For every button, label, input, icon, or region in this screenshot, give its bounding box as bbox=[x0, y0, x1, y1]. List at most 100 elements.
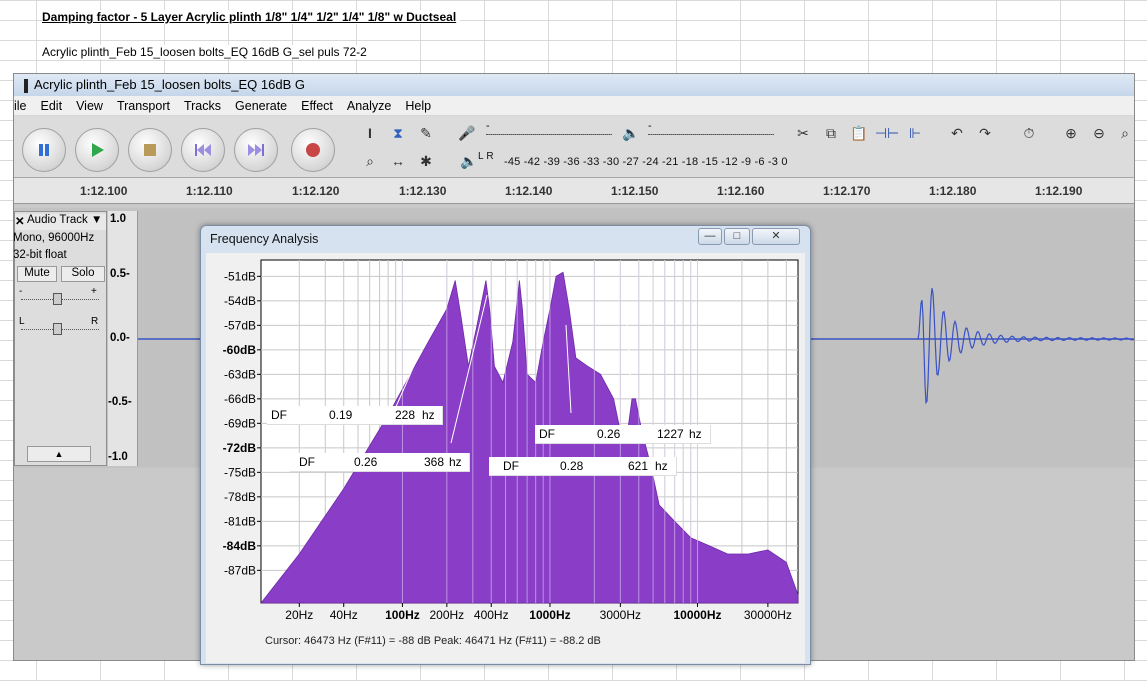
skip-end-button[interactable] bbox=[234, 128, 278, 172]
menu-effect[interactable]: Effect bbox=[294, 99, 340, 113]
df-value: 0.26 bbox=[354, 455, 378, 469]
amplitude-tick: 1.0 bbox=[110, 213, 126, 225]
draw-tool-icon[interactable]: ✎ bbox=[415, 122, 437, 144]
x-tick-label: 400Hz bbox=[474, 608, 509, 622]
y-tick-label: -54dB bbox=[224, 294, 256, 308]
track-close-icon[interactable]: ✕ bbox=[15, 214, 25, 228]
menu-view[interactable]: View bbox=[69, 99, 110, 113]
maximize-button[interactable]: □ bbox=[724, 228, 750, 245]
df-frequency: 621 bbox=[628, 459, 649, 473]
menu-analyze[interactable]: Analyze bbox=[340, 99, 398, 113]
fit-selection-icon[interactable]: ⌕ bbox=[1114, 122, 1134, 144]
pan-left-label: L bbox=[19, 316, 25, 327]
timeline-tick: 1:12.100 bbox=[80, 184, 128, 198]
timeline-tick: 1:12.120 bbox=[292, 184, 340, 198]
meter-scale[interactable]: -45 -42 -39 -36 -33 -30 -27 -24 -21 -18 … bbox=[504, 156, 788, 168]
x-tick-label: 3000Hz bbox=[600, 608, 641, 622]
df-value: 0.28 bbox=[560, 459, 584, 473]
sheet-title: Damping factor - 5 Layer Acrylic plinth … bbox=[42, 10, 461, 24]
df-value: 0.19 bbox=[329, 408, 353, 422]
record-icon bbox=[306, 143, 320, 157]
sync-lock-icon[interactable]: ⏱ bbox=[1018, 122, 1040, 144]
track-name[interactable]: Audio Track bbox=[27, 214, 88, 226]
timeline-tick: 1:12.190 bbox=[1035, 184, 1083, 198]
df-label: DF bbox=[271, 408, 287, 422]
undo-icon[interactable]: ↶ bbox=[946, 122, 968, 144]
menu-edit[interactable]: Edit bbox=[34, 99, 70, 113]
menu-file[interactable]: ile bbox=[14, 99, 34, 113]
df-label-368: DF 0.26 368 hz bbox=[290, 453, 470, 472]
speaker-volume-slider[interactable] bbox=[648, 134, 774, 135]
redo-icon[interactable]: ↷ bbox=[974, 122, 996, 144]
paste-icon[interactable]: 📋 bbox=[848, 122, 870, 144]
record-button[interactable] bbox=[291, 128, 335, 172]
zoom-tool-icon[interactable]: ⌕ bbox=[359, 150, 381, 172]
stop-button[interactable] bbox=[128, 128, 172, 172]
y-tick-label: -78dB bbox=[224, 490, 256, 504]
close-button[interactable]: ✕ bbox=[752, 228, 800, 245]
timeline-tick: 1:12.130 bbox=[399, 184, 447, 198]
app-icon bbox=[24, 78, 28, 93]
timeline-tick: 1:12.180 bbox=[929, 184, 977, 198]
y-tick-label: -81dB bbox=[224, 514, 256, 528]
df-label-228: DF 0.19 228 hz bbox=[267, 406, 443, 425]
toolbars: I ⧗ ✎ ⌕ ↔ ✱ 🎤 - 🔈 - 🔈 L R -45 -42 -39 -3… bbox=[14, 116, 1134, 178]
mic-slider-minus: - bbox=[486, 120, 490, 132]
y-tick-label: -66dB bbox=[224, 392, 256, 406]
play-icon bbox=[92, 143, 104, 157]
timeline-tick: 1:12.110 bbox=[186, 184, 233, 198]
silence-icon[interactable]: ⊩ bbox=[904, 122, 926, 144]
timeline-ruler[interactable]: 1:12.100 1:12.110 1:12.120 1:12.130 1:12… bbox=[14, 178, 1134, 204]
df-label: DF bbox=[299, 455, 315, 469]
menu-transport[interactable]: Transport bbox=[110, 99, 177, 113]
df-unit: hz bbox=[689, 427, 702, 441]
timeline-tick: 1:12.150 bbox=[611, 184, 659, 198]
zoom-out-icon[interactable]: ⊖ bbox=[1088, 122, 1110, 144]
df-unit: hz bbox=[449, 455, 462, 469]
cursor-peak-readout: Cursor: 46473 Hz (F#11) = -88 dB Peak: 4… bbox=[265, 635, 601, 647]
x-tick-label: 40Hz bbox=[330, 608, 358, 622]
skip-start-icon bbox=[195, 144, 211, 156]
df-label-1227: DF 0.26 1227 hz bbox=[535, 425, 711, 444]
gain-slider-thumb[interactable] bbox=[53, 293, 62, 305]
skip-start-button[interactable] bbox=[181, 128, 225, 172]
track-menu-chevron-icon[interactable]: ▼ bbox=[91, 214, 102, 226]
solo-button[interactable]: Solo bbox=[61, 266, 105, 282]
copy-icon[interactable]: ⧉ bbox=[820, 122, 842, 144]
timeshift-tool-icon[interactable]: ↔ bbox=[387, 150, 409, 172]
df-frequency: 368 bbox=[424, 455, 445, 469]
sheet-subtitle: Acrylic plinth_Feb 15_loosen bolts_EQ 16… bbox=[42, 45, 371, 59]
menu-help[interactable]: Help bbox=[398, 99, 438, 113]
speaker-slider-minus: - bbox=[648, 120, 652, 132]
menu-tracks[interactable]: Tracks bbox=[177, 99, 228, 113]
y-tick-label: -60dB bbox=[223, 343, 257, 357]
spectrum-chart[interactable]: -51dB -54dB -57dB -60dB -63dB -66dB -69dB -72dB… bbox=[206, 253, 805, 633]
amplitude-tick: -0.5- bbox=[108, 396, 132, 408]
track-bit-depth: 32-bit float bbox=[13, 249, 67, 261]
pan-right-label: R bbox=[91, 316, 99, 327]
track-control-panel: ✕ Audio Track ▼ Mono, 96000Hz 32-bit flo… bbox=[14, 211, 107, 466]
zoom-in-icon[interactable]: ⊕ bbox=[1060, 122, 1082, 144]
track-format: Mono, 96000Hz bbox=[13, 232, 95, 244]
trim-icon[interactable]: ⊣⊢ bbox=[875, 122, 899, 144]
timeline-tick: 1:12.170 bbox=[823, 184, 871, 198]
pause-icon bbox=[39, 144, 49, 156]
df-unit: hz bbox=[655, 459, 668, 473]
pan-slider-thumb[interactable] bbox=[53, 323, 62, 335]
mute-button[interactable]: Mute bbox=[17, 266, 57, 282]
cut-icon[interactable]: ✂ bbox=[792, 122, 814, 144]
y-tick-label: -63dB bbox=[224, 367, 256, 381]
pause-button[interactable] bbox=[22, 128, 66, 172]
df-frequency: 1227 bbox=[657, 427, 684, 441]
menu-bar: ile Edit View Transport Tracks Generate … bbox=[14, 96, 1134, 116]
menu-generate[interactable]: Generate bbox=[228, 99, 294, 113]
y-tick-label: -69dB bbox=[224, 416, 256, 430]
envelope-tool-icon[interactable]: ⧗ bbox=[387, 122, 409, 144]
collapse-track-button[interactable]: ▲ bbox=[27, 446, 91, 462]
minimize-button[interactable]: — bbox=[698, 228, 722, 245]
play-button[interactable] bbox=[75, 128, 119, 172]
selection-tool-icon[interactable]: I bbox=[359, 122, 381, 144]
y-tick-label: -51dB bbox=[224, 269, 256, 283]
mic-volume-slider[interactable] bbox=[486, 134, 612, 135]
multi-tool-icon[interactable]: ✱ bbox=[415, 150, 437, 172]
